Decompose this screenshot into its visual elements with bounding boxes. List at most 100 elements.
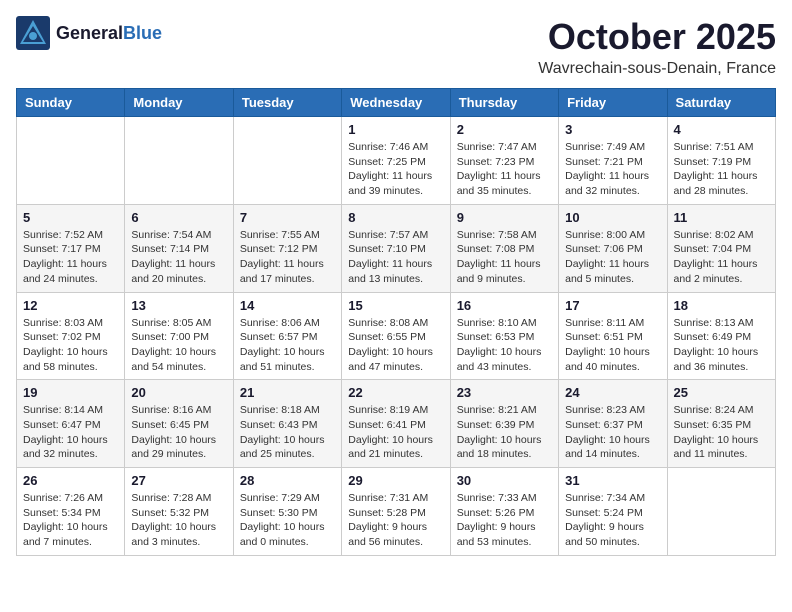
day-info: Sunrise: 7:46 AM Sunset: 7:25 PM Dayligh… [348, 140, 443, 199]
day-info: Sunrise: 8:11 AM Sunset: 6:51 PM Dayligh… [565, 316, 660, 375]
calendar-cell: 10Sunrise: 8:00 AM Sunset: 7:06 PM Dayli… [559, 204, 667, 292]
calendar-cell: 16 Sunrise: 8:10 AM Sunset: 6:53 PM Dayli… [450, 292, 558, 380]
day-number: 7 [240, 210, 335, 225]
day-number: 13 [131, 298, 226, 313]
calendar-table: SundayMondayTuesdayWednesdayThursdayFrid… [16, 88, 776, 556]
weekday-header: Sunday [17, 89, 125, 117]
day-number: 31 [565, 473, 660, 488]
day-number: 29 [348, 473, 443, 488]
calendar-cell: 23Sunrise: 8:21 AM Sunset: 6:39 PM Dayli… [450, 380, 558, 468]
day-number: 19 [23, 385, 118, 400]
day-number: 16 [457, 298, 552, 313]
day-number: 21 [240, 385, 335, 400]
day-info: Sunrise: 8:08 AM Sunset: 6:55 PM Dayligh… [348, 316, 443, 375]
day-info: Sunrise: 8:13 AM Sunset: 6:49 PM Dayligh… [674, 316, 769, 375]
day-info: Sunrise: 8:21 AM Sunset: 6:39 PM Dayligh… [457, 403, 552, 462]
calendar-cell [125, 117, 233, 205]
calendar-cell: 30 Sunrise: 7:33 AM Sunset: 5:26 PM Dayli… [450, 468, 558, 556]
calendar-cell: 3Sunrise: 7:49 AM Sunset: 7:21 PM Daylig… [559, 117, 667, 205]
calendar-cell: 11Sunrise: 8:02 AM Sunset: 7:04 PM Dayli… [667, 204, 775, 292]
calendar-cell: 19 Sunrise: 8:14 AM Sunset: 6:47 PM Dayli… [17, 380, 125, 468]
day-number: 10 [565, 210, 660, 225]
day-info: Sunrise: 8:03 AM Sunset: 7:02 PM Dayligh… [23, 316, 118, 375]
day-info: Sunrise: 7:51 AM Sunset: 7:19 PM Dayligh… [674, 140, 769, 199]
calendar-cell: 29 Sunrise: 7:31 AM Sunset: 5:28 PM Dayli… [342, 468, 450, 556]
calendar-cell: 25 Sunrise: 8:24 AM Sunset: 6:35 PM Dayli… [667, 380, 775, 468]
day-number: 24 [565, 385, 660, 400]
day-number: 22 [348, 385, 443, 400]
day-info: Sunrise: 8:05 AM Sunset: 7:00 PM Dayligh… [131, 316, 226, 375]
weekday-header-row: SundayMondayTuesdayWednesdayThursdayFrid… [17, 89, 776, 117]
day-number: 4 [674, 122, 769, 137]
logo-blue-text: Blue [123, 23, 162, 44]
day-number: 1 [348, 122, 443, 137]
calendar-cell: 27Sunrise: 7:28 AM Sunset: 5:32 PM Dayli… [125, 468, 233, 556]
day-info: Sunrise: 7:47 AM Sunset: 7:23 PM Dayligh… [457, 140, 552, 199]
page-header: General Blue October 2025 Wavrechain-sou… [16, 16, 776, 78]
day-info: Sunrise: 7:49 AM Sunset: 7:21 PM Dayligh… [565, 140, 660, 199]
day-number: 9 [457, 210, 552, 225]
day-number: 26 [23, 473, 118, 488]
day-number: 2 [457, 122, 552, 137]
day-number: 14 [240, 298, 335, 313]
weekday-header: Saturday [667, 89, 775, 117]
weekday-header: Wednesday [342, 89, 450, 117]
day-info: Sunrise: 7:52 AM Sunset: 7:17 PM Dayligh… [23, 228, 118, 287]
day-number: 17 [565, 298, 660, 313]
weekday-header: Friday [559, 89, 667, 117]
weekday-header: Thursday [450, 89, 558, 117]
title-area: October 2025 Wavrechain-sous-Denain, Fra… [538, 16, 776, 78]
day-info: Sunrise: 7:33 AM Sunset: 5:26 PM Dayligh… [457, 491, 552, 550]
day-number: 8 [348, 210, 443, 225]
calendar-cell: 9Sunrise: 7:58 AM Sunset: 7:08 PM Daylig… [450, 204, 558, 292]
day-info: Sunrise: 7:26 AM Sunset: 5:34 PM Dayligh… [23, 491, 118, 550]
day-number: 18 [674, 298, 769, 313]
day-number: 5 [23, 210, 118, 225]
logo-icon [16, 16, 50, 50]
calendar-cell: 13 Sunrise: 8:05 AM Sunset: 7:00 PM Dayli… [125, 292, 233, 380]
day-number: 15 [348, 298, 443, 313]
day-info: Sunrise: 8:14 AM Sunset: 6:47 PM Dayligh… [23, 403, 118, 462]
day-number: 25 [674, 385, 769, 400]
day-info: Sunrise: 7:34 AM Sunset: 5:24 PM Dayligh… [565, 491, 660, 550]
calendar-cell [667, 468, 775, 556]
logo: General Blue [16, 16, 162, 50]
calendar-cell: 28 Sunrise: 7:29 AM Sunset: 5:30 PM Dayli… [233, 468, 341, 556]
calendar-cell: 1 Sunrise: 7:46 AM Sunset: 7:25 PM Daylig… [342, 117, 450, 205]
calendar-cell: 2 Sunrise: 7:47 AM Sunset: 7:23 PM Daylig… [450, 117, 558, 205]
day-number: 11 [674, 210, 769, 225]
calendar-cell: 22 Sunrise: 8:19 AM Sunset: 6:41 PM Dayli… [342, 380, 450, 468]
logo-general-text: General [56, 23, 123, 44]
day-info: Sunrise: 8:18 AM Sunset: 6:43 PM Dayligh… [240, 403, 335, 462]
day-info: Sunrise: 7:31 AM Sunset: 5:28 PM Dayligh… [348, 491, 443, 550]
day-info: Sunrise: 7:54 AM Sunset: 7:14 PM Dayligh… [131, 228, 226, 287]
month-title: October 2025 [538, 16, 776, 58]
day-number: 20 [131, 385, 226, 400]
day-info: Sunrise: 7:55 AM Sunset: 7:12 PM Dayligh… [240, 228, 335, 287]
calendar-cell: 26 Sunrise: 7:26 AM Sunset: 5:34 PM Dayli… [17, 468, 125, 556]
calendar-cell: 8Sunrise: 7:57 AM Sunset: 7:10 PM Daylig… [342, 204, 450, 292]
calendar-cell: 15 Sunrise: 8:08 AM Sunset: 6:55 PM Dayli… [342, 292, 450, 380]
calendar-cell: 7 Sunrise: 7:55 AM Sunset: 7:12 PM Daylig… [233, 204, 341, 292]
calendar-week-row: 19 Sunrise: 8:14 AM Sunset: 6:47 PM Dayli… [17, 380, 776, 468]
day-number: 12 [23, 298, 118, 313]
calendar-cell: 24 Sunrise: 8:23 AM Sunset: 6:37 PM Dayli… [559, 380, 667, 468]
day-info: Sunrise: 8:19 AM Sunset: 6:41 PM Dayligh… [348, 403, 443, 462]
calendar-week-row: 12 Sunrise: 8:03 AM Sunset: 7:02 PM Dayli… [17, 292, 776, 380]
calendar-week-row: 1 Sunrise: 7:46 AM Sunset: 7:25 PM Daylig… [17, 117, 776, 205]
calendar-week-row: 26 Sunrise: 7:26 AM Sunset: 5:34 PM Dayli… [17, 468, 776, 556]
day-number: 6 [131, 210, 226, 225]
calendar-cell: 17 Sunrise: 8:11 AM Sunset: 6:51 PM Dayli… [559, 292, 667, 380]
day-info: Sunrise: 8:23 AM Sunset: 6:37 PM Dayligh… [565, 403, 660, 462]
day-number: 28 [240, 473, 335, 488]
location-title: Wavrechain-sous-Denain, France [538, 60, 776, 78]
day-info: Sunrise: 7:29 AM Sunset: 5:30 PM Dayligh… [240, 491, 335, 550]
calendar-cell: 12 Sunrise: 8:03 AM Sunset: 7:02 PM Dayli… [17, 292, 125, 380]
day-info: Sunrise: 8:24 AM Sunset: 6:35 PM Dayligh… [674, 403, 769, 462]
calendar-cell [233, 117, 341, 205]
day-info: Sunrise: 8:10 AM Sunset: 6:53 PM Dayligh… [457, 316, 552, 375]
calendar-cell [17, 117, 125, 205]
day-number: 30 [457, 473, 552, 488]
calendar-cell: 20Sunrise: 8:16 AM Sunset: 6:45 PM Dayli… [125, 380, 233, 468]
day-info: Sunrise: 7:28 AM Sunset: 5:32 PM Dayligh… [131, 491, 226, 550]
